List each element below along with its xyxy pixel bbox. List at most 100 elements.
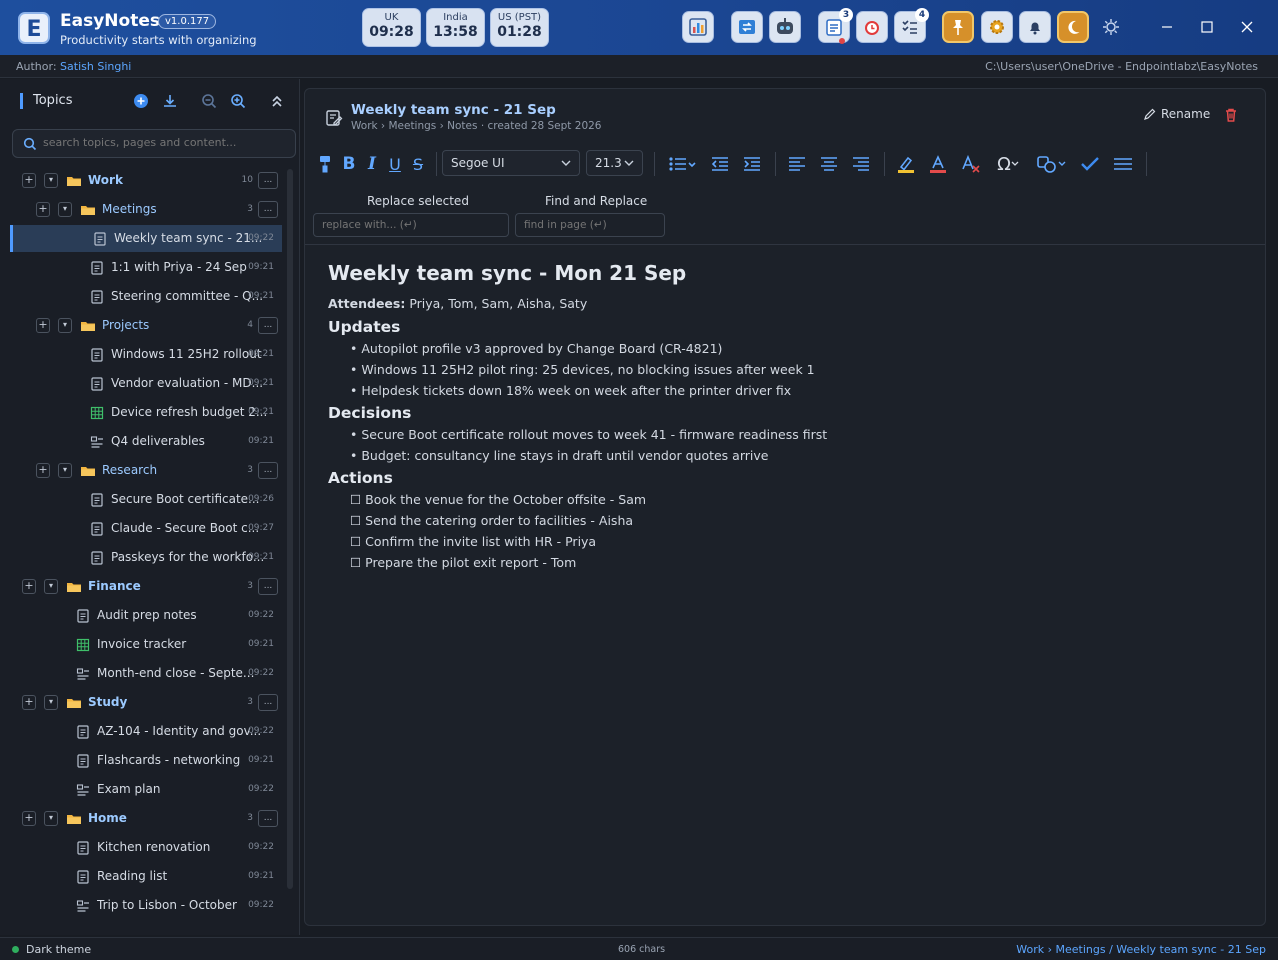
notifications-button[interactable] bbox=[1019, 11, 1051, 43]
action-item[interactable]: ☐ Prepare the pilot exit report - Tom bbox=[328, 552, 1228, 573]
align-right-button[interactable] bbox=[852, 152, 870, 176]
page-row[interactable]: Audit prep notes 09:22 bbox=[10, 602, 282, 629]
highlight-button[interactable] bbox=[897, 152, 915, 176]
more-options-button[interactable]: ... bbox=[258, 172, 278, 189]
page-row[interactable]: Steering committee - Q... 09:21 bbox=[10, 283, 282, 310]
page-row[interactable]: Trip to Lisbon - October 09:22 bbox=[10, 892, 282, 919]
add-page-button[interactable]: + bbox=[36, 202, 50, 217]
page-row[interactable]: Flashcards - networking 09:21 bbox=[10, 747, 282, 774]
action-item[interactable]: ☐ Confirm the invite list with HR - Priy… bbox=[328, 531, 1228, 552]
expand-toggle[interactable]: ▾ bbox=[44, 811, 58, 826]
more-options-button[interactable]: ... bbox=[258, 201, 278, 218]
italic-button[interactable]: I bbox=[364, 152, 380, 176]
rename-button[interactable]: Rename bbox=[1143, 107, 1210, 121]
close-button[interactable] bbox=[1234, 14, 1260, 40]
expand-toggle[interactable]: ▾ bbox=[44, 579, 58, 594]
expand-toggle[interactable]: ▾ bbox=[58, 202, 72, 217]
page-row[interactable]: 1:1 with Priya - 24 Sep 09:21 bbox=[10, 254, 282, 281]
underline-button[interactable]: U bbox=[387, 152, 403, 176]
author-name[interactable]: Satish Singhi bbox=[60, 60, 131, 73]
page-row[interactable]: Windows 11 25H2 rollout 09:21 bbox=[10, 341, 282, 368]
scrollbar[interactable] bbox=[287, 169, 293, 889]
page-row-selected[interactable]: Weekly team sync - 21... 09:22 bbox=[10, 225, 282, 252]
action-item[interactable]: ☐ Book the venue for the October offsite… bbox=[328, 489, 1228, 510]
indent-button[interactable] bbox=[743, 152, 761, 176]
insert-shape-button[interactable] bbox=[1037, 152, 1067, 176]
outdent-button[interactable] bbox=[711, 152, 729, 176]
page-row[interactable]: Month-end close - Septe... 09:22 bbox=[10, 660, 282, 687]
action-item[interactable]: ☐ Send the catering order to facilities … bbox=[328, 510, 1228, 531]
pin-button[interactable] bbox=[942, 11, 974, 43]
zoom-in-button[interactable] bbox=[228, 91, 248, 111]
find-input[interactable] bbox=[515, 213, 665, 237]
checklist-button[interactable]: 4 bbox=[894, 8, 929, 43]
add-page-button[interactable]: + bbox=[22, 811, 36, 826]
add-page-button[interactable]: + bbox=[36, 318, 50, 333]
status-breadcrumb[interactable]: Work › Meetings / Weekly team sync - 21 … bbox=[1016, 943, 1266, 956]
sync-button[interactable] bbox=[731, 11, 763, 43]
align-center-button[interactable] bbox=[820, 152, 838, 176]
font-size-select[interactable]: 21.3 bbox=[586, 150, 643, 176]
document-content[interactable]: Weekly team sync - Mon 21 Sep Attendees:… bbox=[328, 261, 1228, 573]
folder-row-home[interactable]: + ▾ Home 3... bbox=[10, 805, 282, 832]
more-options-button[interactable]: ... bbox=[258, 810, 278, 827]
chevrons-up-icon bbox=[272, 95, 282, 107]
zoom-out-button[interactable] bbox=[199, 91, 219, 111]
more-options-button[interactable]: ... bbox=[258, 694, 278, 711]
search-input[interactable] bbox=[43, 136, 283, 149]
minimize-button[interactable] bbox=[1154, 14, 1180, 40]
page-row[interactable]: Claude - Secure Boot c... 09:27 bbox=[10, 515, 282, 542]
folder-row-meetings[interactable]: + ▾ Meetings 3... bbox=[10, 196, 282, 223]
maximize-button[interactable] bbox=[1194, 14, 1220, 40]
page-row[interactable]: Kitchen renovation 09:22 bbox=[10, 834, 282, 861]
page-row[interactable]: Exam plan 09:22 bbox=[10, 776, 282, 803]
horizontal-rule-button[interactable] bbox=[1113, 152, 1133, 176]
reminders-button[interactable] bbox=[856, 11, 888, 43]
bold-button[interactable]: B bbox=[341, 152, 357, 176]
page-row[interactable]: Q4 deliverables 09:21 bbox=[10, 428, 282, 455]
more-options-button[interactable]: ... bbox=[258, 317, 278, 334]
folder-row-projects[interactable]: + ▾ Projects 4... bbox=[10, 312, 282, 339]
import-button[interactable] bbox=[160, 91, 180, 111]
format-painter-button[interactable] bbox=[317, 152, 333, 176]
settings-button[interactable] bbox=[981, 11, 1013, 43]
page-row[interactable]: Vendor evaluation - MD... 09:21 bbox=[10, 370, 282, 397]
more-options-button[interactable]: ... bbox=[258, 578, 278, 595]
font-family-select[interactable]: Segoe UI bbox=[442, 150, 580, 176]
add-page-button[interactable]: + bbox=[22, 579, 36, 594]
folder-row-study[interactable]: + ▾ Study 3... bbox=[10, 689, 282, 716]
add-topic-button[interactable] bbox=[131, 91, 151, 111]
spellcheck-button[interactable] bbox=[1080, 152, 1100, 176]
delete-button[interactable] bbox=[1223, 107, 1241, 125]
more-options-button[interactable]: ... bbox=[258, 462, 278, 479]
page-row[interactable]: Device refresh budget 2... 09:21 bbox=[10, 399, 282, 426]
collapse-all-button[interactable] bbox=[267, 91, 287, 111]
add-page-button[interactable]: + bbox=[22, 695, 36, 710]
strikethrough-button[interactable]: S bbox=[410, 152, 426, 176]
expand-toggle[interactable]: ▾ bbox=[44, 173, 58, 188]
align-left-button[interactable] bbox=[788, 152, 806, 176]
page-row[interactable]: Invoice tracker 09:21 bbox=[10, 631, 282, 658]
tasks-button[interactable]: 3 bbox=[818, 8, 853, 44]
expand-toggle[interactable]: ▾ bbox=[58, 318, 72, 333]
page-row[interactable]: Reading list 09:21 bbox=[10, 863, 282, 890]
bullet-list-button[interactable] bbox=[667, 152, 697, 176]
folder-row-finance[interactable]: + ▾ Finance 3... bbox=[10, 573, 282, 600]
expand-toggle[interactable]: ▾ bbox=[44, 695, 58, 710]
folder-row-research[interactable]: + ▾ Research 3... bbox=[10, 457, 282, 484]
light-mode-button[interactable] bbox=[1095, 11, 1127, 43]
dark-mode-button[interactable] bbox=[1057, 11, 1089, 43]
expand-toggle[interactable]: ▾ bbox=[58, 463, 72, 478]
page-row[interactable]: Passkeys for the workfo... 09:21 bbox=[10, 544, 282, 571]
folder-row-work[interactable]: + ▾ Work 10... bbox=[10, 167, 282, 194]
add-page-button[interactable]: + bbox=[36, 463, 50, 478]
add-page-button[interactable]: + bbox=[22, 173, 36, 188]
clear-formatting-button[interactable] bbox=[961, 152, 981, 176]
page-row[interactable]: AZ-104 - Identity and gov... 09:22 bbox=[10, 718, 282, 745]
page-row[interactable]: Secure Boot certificate... 09:26 bbox=[10, 486, 282, 513]
special-characters-button[interactable]: Ω bbox=[993, 152, 1023, 176]
ai-assistant-button[interactable] bbox=[769, 11, 801, 43]
font-color-button[interactable] bbox=[929, 152, 947, 176]
dashboard-button[interactable] bbox=[682, 11, 714, 43]
replace-input[interactable] bbox=[313, 213, 509, 237]
